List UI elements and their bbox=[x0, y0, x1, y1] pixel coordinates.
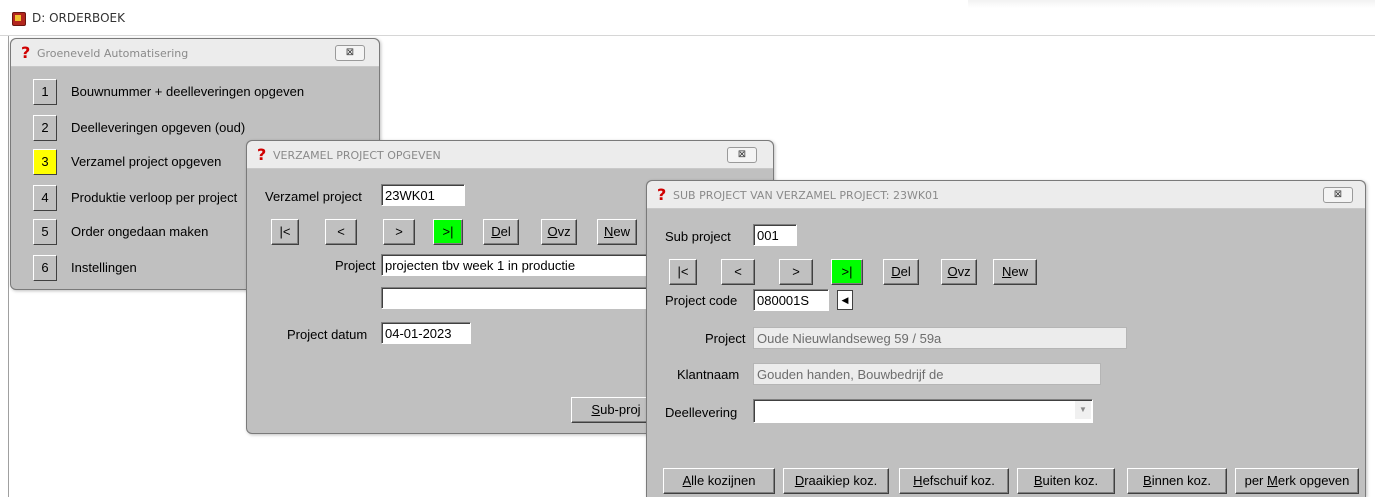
question-icon: ? bbox=[21, 43, 31, 62]
buiten-label: uiten koz. bbox=[1042, 473, 1099, 488]
draaikiep-accel: D bbox=[794, 473, 805, 488]
close-icon[interactable]: ⊠ bbox=[335, 45, 365, 61]
binnen-accel: B bbox=[1143, 473, 1152, 488]
new-button-label: ew bbox=[613, 224, 630, 239]
delete-button-accel: D bbox=[891, 264, 901, 279]
klantnaam-input: Gouden handen, Bouwbedrijf de bbox=[753, 363, 1101, 385]
first-record-button[interactable]: |< bbox=[271, 219, 299, 245]
per-merk-prefix: per bbox=[1244, 473, 1267, 488]
delete-button-label: el bbox=[900, 264, 911, 279]
menu-item-number[interactable]: 6 bbox=[33, 255, 57, 281]
binnen-button[interactable]: Binnen koz. bbox=[1127, 468, 1227, 494]
alle-kozijnen-label: lle kozijnen bbox=[691, 473, 756, 488]
project-label: Project bbox=[335, 258, 376, 273]
overview-button-accel: O bbox=[547, 224, 558, 239]
sub-project-button-accel: S bbox=[591, 402, 601, 417]
close-icon[interactable]: ⊠ bbox=[727, 147, 757, 163]
close-icon[interactable]: ⊠ bbox=[1323, 187, 1353, 203]
app-titlebar: D: ORDERBOEK bbox=[0, 0, 1375, 36]
new-button[interactable]: New bbox=[993, 259, 1037, 285]
hefschuif-label: efschuif koz. bbox=[922, 473, 995, 488]
menu-item-label: Verzamel project opgeven bbox=[71, 154, 222, 169]
first-record-button[interactable]: |< bbox=[669, 259, 697, 285]
menu-item-label: Order ongedaan maken bbox=[71, 224, 209, 239]
project-label: Project bbox=[705, 331, 746, 346]
delete-button[interactable]: Del bbox=[483, 219, 519, 245]
menu-item-number[interactable]: 3 bbox=[33, 149, 57, 175]
per-merk-label: erk opgeven bbox=[1277, 473, 1350, 488]
sub-project-button-label: ub-proj bbox=[600, 402, 641, 417]
delete-button-label: el bbox=[500, 224, 511, 239]
verzamel-dialog-title: VERZAMEL PROJECT OPGEVEN bbox=[273, 149, 441, 162]
draaikiep-label: raaikiep koz. bbox=[804, 473, 878, 488]
chevron-down-icon[interactable]: ▼ bbox=[1075, 401, 1091, 419]
buiten-button[interactable]: Buiten koz. bbox=[1017, 468, 1115, 494]
new-button-accel: N bbox=[1001, 264, 1012, 279]
new-button-accel: N bbox=[603, 224, 614, 239]
sub-project-dialog: ? SUB PROJECT VAN VERZAMEL PROJECT: 23WK… bbox=[646, 180, 1366, 497]
menu-dialog-titlebar[interactable]: ? Groeneveld Automatisering ⊠ bbox=[11, 39, 379, 67]
lookup-arrow-icon[interactable]: ◀ bbox=[837, 290, 853, 310]
verzamel-project-input[interactable]: 23WK01 bbox=[381, 184, 465, 206]
menu-item-number[interactable]: 1 bbox=[33, 79, 57, 105]
overview-button[interactable]: Ovz bbox=[541, 219, 577, 245]
prev-record-button[interactable]: < bbox=[721, 259, 755, 285]
hefschuif-accel: H bbox=[913, 473, 923, 488]
menu-item-label: Instellingen bbox=[71, 260, 137, 275]
app-icon bbox=[12, 12, 26, 26]
app-frame-border bbox=[8, 36, 9, 497]
menu-dialog-title: Groeneveld Automatisering bbox=[37, 47, 189, 60]
menu-item-number[interactable]: 4 bbox=[33, 185, 57, 211]
overview-button-accel: O bbox=[947, 264, 958, 279]
next-record-button[interactable]: > bbox=[779, 259, 813, 285]
sub-project-label: Sub project bbox=[665, 229, 731, 244]
menu-item-label: Produktie verloop per project bbox=[71, 190, 238, 205]
delete-button[interactable]: Del bbox=[883, 259, 919, 285]
per-merk-button[interactable]: per Merk opgeven bbox=[1235, 468, 1359, 494]
menu-item-label: Deelleveringen opgeven (oud) bbox=[71, 120, 246, 135]
hefschuif-button[interactable]: Hefschuif koz. bbox=[899, 468, 1009, 494]
alle-kozijnen-button[interactable]: Alle kozijnen bbox=[663, 468, 775, 494]
project-datum-label: Project datum bbox=[287, 327, 368, 342]
prev-record-button[interactable]: < bbox=[325, 219, 357, 245]
menu-item-number[interactable]: 2 bbox=[33, 115, 57, 141]
project-input[interactable]: projecten tbv week 1 in productie bbox=[381, 254, 651, 276]
menu-item-number[interactable]: 5 bbox=[33, 219, 57, 245]
alle-kozijnen-accel: A bbox=[682, 473, 692, 488]
question-icon: ? bbox=[257, 145, 267, 164]
project-datum-input[interactable]: 04-01-2023 bbox=[381, 322, 471, 344]
per-merk-accel: M bbox=[1267, 473, 1278, 488]
project-input-2[interactable] bbox=[381, 287, 651, 309]
klantnaam-label: Klantnaam bbox=[677, 367, 740, 382]
last-record-button[interactable]: >| bbox=[433, 219, 463, 245]
verzamel-project-label: Verzamel project bbox=[265, 189, 362, 204]
deellevering-label: Deellevering bbox=[665, 405, 738, 420]
binnen-label: innen koz. bbox=[1151, 473, 1211, 488]
sub-dialog-titlebar[interactable]: ? SUB PROJECT VAN VERZAMEL PROJECT: 23WK… bbox=[647, 181, 1365, 209]
last-record-button[interactable]: >| bbox=[831, 259, 863, 285]
overview-button-label: vz bbox=[557, 224, 571, 239]
draaikiep-button[interactable]: Draaikiep koz. bbox=[783, 468, 889, 494]
sub-project-input[interactable]: 001 bbox=[753, 224, 797, 246]
project-input: Oude Nieuwlandseweg 59 / 59a bbox=[753, 327, 1127, 349]
delete-button-accel: D bbox=[491, 224, 501, 239]
verzamel-dialog-titlebar[interactable]: ? VERZAMEL PROJECT OPGEVEN ⊠ bbox=[247, 141, 773, 169]
overview-button[interactable]: Ovz bbox=[941, 259, 977, 285]
new-button[interactable]: New bbox=[597, 219, 637, 245]
new-button-label: ew bbox=[1011, 264, 1028, 279]
menu-item-label: Bouwnummer + deelleveringen opgeven bbox=[71, 84, 305, 99]
deellevering-select[interactable]: ▼ bbox=[753, 399, 1093, 423]
buiten-accel: B bbox=[1033, 473, 1043, 488]
sub-dialog-body: Sub project 001 |< < > >| Del Ovz New Pr… bbox=[653, 209, 1359, 497]
project-code-input[interactable]: 080001S bbox=[753, 289, 829, 311]
overview-button-label: vz bbox=[957, 264, 971, 279]
project-code-label: Project code bbox=[665, 293, 738, 308]
question-icon: ? bbox=[657, 185, 667, 204]
next-record-button[interactable]: > bbox=[383, 219, 415, 245]
titlebar-decoration bbox=[968, 0, 1375, 8]
app-title: D: ORDERBOEK bbox=[32, 11, 125, 25]
sub-dialog-title: SUB PROJECT VAN VERZAMEL PROJECT: 23WK01 bbox=[673, 189, 940, 202]
